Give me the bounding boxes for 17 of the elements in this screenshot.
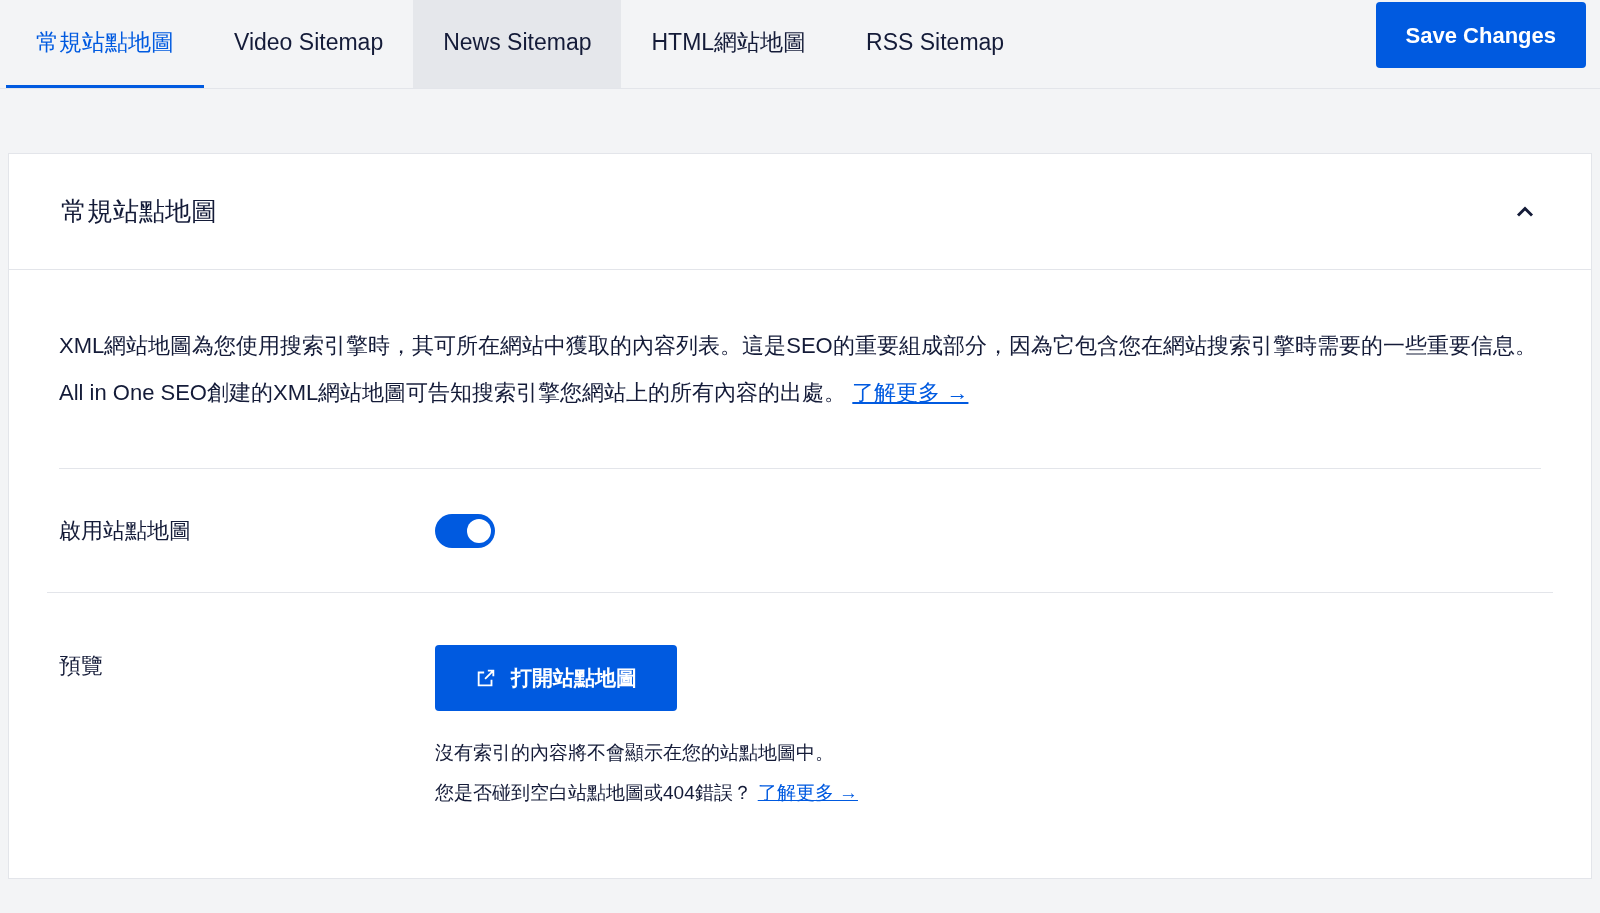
note-text: 沒有索引的內容將不會顯示在您的站點地圖中。 (435, 741, 835, 765)
external-link-icon (475, 667, 497, 689)
tab[interactable]: News Sitemap (413, 0, 622, 88)
tab[interactable]: RSS Sitemap (836, 0, 1035, 88)
preview-label: 預覽 (59, 652, 104, 680)
toggle-switch[interactable] (435, 513, 495, 548)
save-button[interactable]: Save Changes (1375, 2, 1586, 68)
note-text: 您是否碰到空白站點地圖或404錯誤？ 了解更多 → (435, 781, 858, 805)
description-text: XML網站地圖為您使用搜索引擎時，其可所在網站中獲取的內容列表。這是SEO的重要組成部分，因為它包含您在網站搜索引擎時需要的一些重要信息。 All in One SEO創建的XML網站地圖可告知搜索引擎您網站上的所有內容的出處。 了解更多 → (59, 332, 1538, 407)
learn-more-link[interactable]: 了解更多 → (852, 380, 969, 405)
tab[interactable]: 常規站點地圖 (6, 0, 204, 88)
enable-label: 啟用站點地圖 (59, 517, 192, 545)
tab[interactable]: Video Sitemap (204, 0, 414, 88)
tab[interactable]: HTML網站地圖 (621, 0, 837, 88)
open-sitemap-button[interactable]: 打開站點地圖 (435, 645, 677, 711)
learn-more-link[interactable]: 了解更多 → (757, 782, 858, 803)
card-title: 常規站點地圖 (61, 195, 217, 228)
